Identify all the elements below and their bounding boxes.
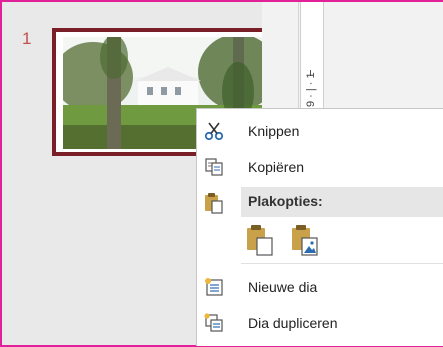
paste-options-label: Plakopties: — [248, 193, 323, 209]
scissors-icon — [204, 122, 224, 141]
menu-item-nieuwe-dia[interactable]: Nieuwe dia — [197, 269, 443, 305]
menu-item-dia-dupliceren[interactable]: Dia dupliceren — [197, 305, 443, 341]
menu-item-label: Dia dupliceren — [248, 315, 338, 331]
slide-number: 1 — [22, 29, 32, 48]
clipboard-paste-icon[interactable] — [245, 223, 275, 257]
clipboard-picture-icon[interactable] — [290, 223, 320, 257]
clipboard-icon — [205, 193, 223, 214]
menu-item-label: Nieuwe dia — [248, 279, 318, 295]
new-slide-icon — [205, 278, 223, 296]
paste-options-header: Plakopties: — [241, 187, 443, 217]
ruler-label: 9 · | · 1 — [305, 72, 317, 107]
context-menu: Knippen Kopiëren Plakopties: Nieuwe dia … — [196, 108, 443, 346]
copy-icon — [205, 158, 223, 176]
menu-item-label: Kopiëren — [248, 159, 305, 175]
menu-item-label: Knippen — [248, 123, 300, 139]
menu-item-knippen[interactable]: Knippen — [197, 113, 443, 149]
menu-item-kopieren[interactable]: Kopiëren — [197, 149, 443, 185]
menu-separator — [241, 263, 443, 264]
duplicate-slide-icon — [204, 313, 223, 332]
